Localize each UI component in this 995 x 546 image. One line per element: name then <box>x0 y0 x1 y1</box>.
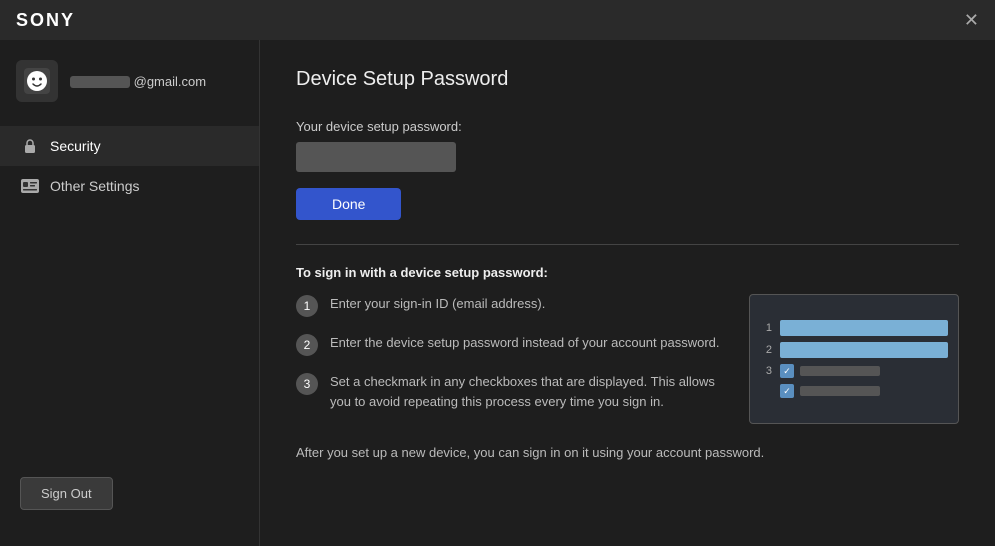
user-email-display: @gmail.com <box>70 74 206 89</box>
step-3-text: Set a checkmark in any checkboxes that a… <box>330 372 729 411</box>
diag-row-1: 1 <box>760 320 948 336</box>
diag-num-3: 3 <box>760 365 772 377</box>
email-suffix: @gmail.com <box>134 74 206 89</box>
step-1-number: 1 <box>296 295 318 317</box>
instructions-title: To sign in with a device setup password: <box>296 265 959 280</box>
lock-icon <box>20 136 40 156</box>
diag-checkbox-2: ✓ <box>780 384 794 398</box>
step-2: 2 Enter the device setup password instea… <box>296 333 729 356</box>
divider <box>296 244 959 245</box>
steps: 1 Enter your sign-in ID (email address).… <box>296 294 729 427</box>
footnote: After you set up a new device, you can s… <box>296 443 959 463</box>
diag-label-line-2 <box>800 386 880 396</box>
diag-label-line-1 <box>800 366 880 376</box>
sidebar-security-label: Security <box>50 138 101 154</box>
instructions-section: To sign in with a device setup password:… <box>296 265 959 463</box>
diag-row-3: 3 ✓ <box>760 364 948 378</box>
step-1: 1 Enter your sign-in ID (email address). <box>296 294 729 317</box>
main-panel: Device Setup Password Your device setup … <box>260 40 995 546</box>
content-area: @gmail.com Security <box>0 40 995 546</box>
sidebar-item-other-settings[interactable]: Other Settings <box>0 166 259 206</box>
app-window: SONY ✕ @gmail.com <box>0 0 995 546</box>
sony-logo: SONY <box>16 10 75 31</box>
diag-row-4: ✓ <box>760 384 948 398</box>
close-button[interactable]: ✕ <box>964 11 979 29</box>
step-3: 3 Set a checkmark in any checkboxes that… <box>296 372 729 411</box>
diag-row-2: 2 <box>760 342 948 358</box>
email-blur <box>70 76 130 88</box>
password-section: Your device setup password: Done <box>296 119 959 220</box>
sign-out-area: Sign Out <box>0 461 259 526</box>
password-row <box>296 142 959 172</box>
password-field-label: Your device setup password: <box>296 119 959 134</box>
step-2-number: 2 <box>296 334 318 356</box>
password-input-display <box>296 142 456 172</box>
id-card-icon <box>20 176 40 196</box>
diag-email-field <box>780 320 948 336</box>
avatar <box>16 60 58 102</box>
diag-num-2: 2 <box>760 344 772 356</box>
sign-out-button[interactable]: Sign Out <box>20 477 113 510</box>
diag-num-1: 1 <box>760 322 772 334</box>
step-2-text: Enter the device setup password instead … <box>330 333 720 353</box>
titlebar: SONY ✕ <box>0 0 995 40</box>
instructions-body: 1 Enter your sign-in ID (email address).… <box>296 294 959 427</box>
diag-check-row-2: ✓ <box>780 384 880 398</box>
done-button[interactable]: Done <box>296 188 401 220</box>
sidebar: @gmail.com Security <box>0 40 260 546</box>
user-info: @gmail.com <box>0 60 259 126</box>
diagram: 1 2 3 ✓ <box>749 294 959 424</box>
diag-password-field <box>780 342 948 358</box>
sidebar-item-security[interactable]: Security <box>0 126 259 166</box>
page-title: Device Setup Password <box>296 68 959 91</box>
step-3-number: 3 <box>296 373 318 395</box>
diag-check-row-1: ✓ <box>780 364 880 378</box>
sidebar-other-settings-label: Other Settings <box>50 178 140 194</box>
diag-checkbox-1: ✓ <box>780 364 794 378</box>
step-1-text: Enter your sign-in ID (email address). <box>330 294 545 314</box>
